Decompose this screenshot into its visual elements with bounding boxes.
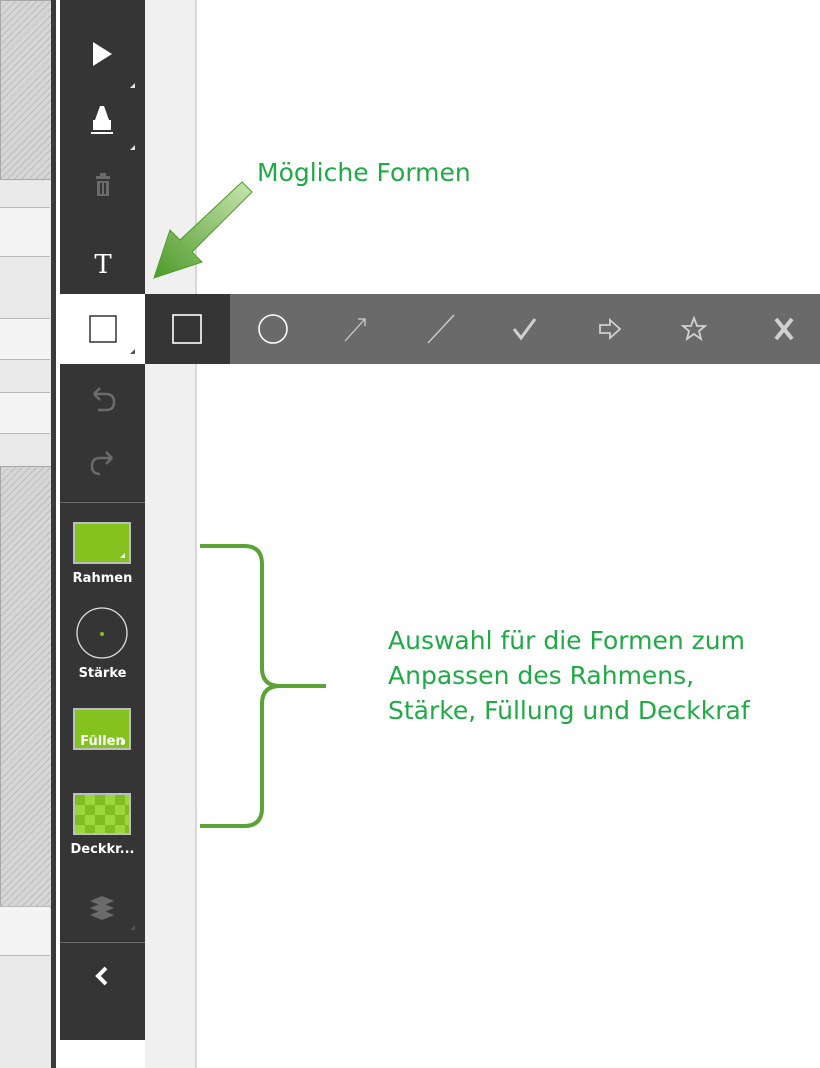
background-dropdown-row xyxy=(0,906,50,956)
line-icon xyxy=(427,314,455,344)
arrow-line-icon xyxy=(344,318,366,342)
star-icon xyxy=(680,315,708,342)
toolbar-divider xyxy=(60,942,145,943)
layers-button[interactable] xyxy=(60,878,145,940)
opacity-swatch[interactable] xyxy=(73,793,131,835)
text-icon: T xyxy=(94,250,112,280)
submenu-corner-indicator xyxy=(130,349,135,354)
annotation-options-line-3: Stärke, Füllung und Deckkraf xyxy=(388,696,750,725)
square-icon xyxy=(172,314,202,344)
text-tool-button[interactable]: T xyxy=(60,222,145,284)
shape-cross-button[interactable] xyxy=(754,294,814,364)
toolbar-divider xyxy=(60,502,145,503)
shape-checkmark-button[interactable] xyxy=(494,294,554,364)
background-row xyxy=(0,318,50,360)
submenu-corner-indicator xyxy=(130,83,135,88)
annotation-shapes-title: Mögliche Formen xyxy=(257,158,471,187)
shape-line-button[interactable] xyxy=(410,294,470,364)
shape-star-button[interactable] xyxy=(664,294,724,364)
panel-background xyxy=(145,364,195,1068)
chevron-left-icon xyxy=(95,966,108,986)
marker-icon xyxy=(91,106,113,134)
trash-icon xyxy=(96,173,110,196)
background-separator xyxy=(51,0,56,1068)
background-row xyxy=(0,392,50,434)
border-label: Rahmen xyxy=(72,571,133,586)
select-tool-button[interactable] xyxy=(60,36,145,98)
shape-tool-button[interactable] xyxy=(60,294,145,364)
stroke-width-icon xyxy=(76,607,128,659)
background-hatched-area xyxy=(0,0,52,180)
shape-arrow-right-button[interactable] xyxy=(580,294,640,364)
checkmark-icon xyxy=(512,318,537,341)
pen-tool-button[interactable] xyxy=(60,98,145,160)
delete-tool-button[interactable] xyxy=(60,160,145,222)
collapse-toolbar-button[interactable] xyxy=(60,946,145,1008)
fill-label: Füllen xyxy=(80,734,125,749)
redo-icon xyxy=(90,451,113,476)
arrow-right-icon xyxy=(599,317,622,341)
pointer-arrow-icon xyxy=(93,42,112,66)
annotation-options-line-2: Anpassen des Rahmens, xyxy=(388,661,695,690)
stroke-label: Stärke xyxy=(78,666,127,681)
redo-button[interactable] xyxy=(60,436,145,498)
annotation-arrow xyxy=(153,181,253,279)
panel-border xyxy=(195,0,197,1068)
annotation-options-line-1: Auswahl für die Formen zum xyxy=(388,626,745,655)
shape-arrow-line-button[interactable] xyxy=(325,294,385,364)
opacity-label: Deckkr... xyxy=(70,842,135,857)
circle-icon xyxy=(258,314,288,344)
undo-button[interactable] xyxy=(60,372,145,434)
submenu-corner-indicator xyxy=(130,925,135,930)
border-color-swatch[interactable] xyxy=(73,522,131,564)
shape-square-button[interactable] xyxy=(157,294,217,364)
layers-icon xyxy=(90,896,114,920)
shape-circle-button[interactable] xyxy=(243,294,303,364)
annotation-brace xyxy=(200,544,326,828)
submenu-corner-indicator xyxy=(120,553,125,558)
cross-icon xyxy=(774,317,794,341)
background-hatched-area xyxy=(0,466,52,908)
stroke-width-control[interactable] xyxy=(75,606,129,660)
background-dropdown-row xyxy=(0,207,50,257)
submenu-corner-indicator xyxy=(130,145,135,150)
svg-text:T: T xyxy=(94,250,112,280)
undo-icon xyxy=(93,387,116,412)
